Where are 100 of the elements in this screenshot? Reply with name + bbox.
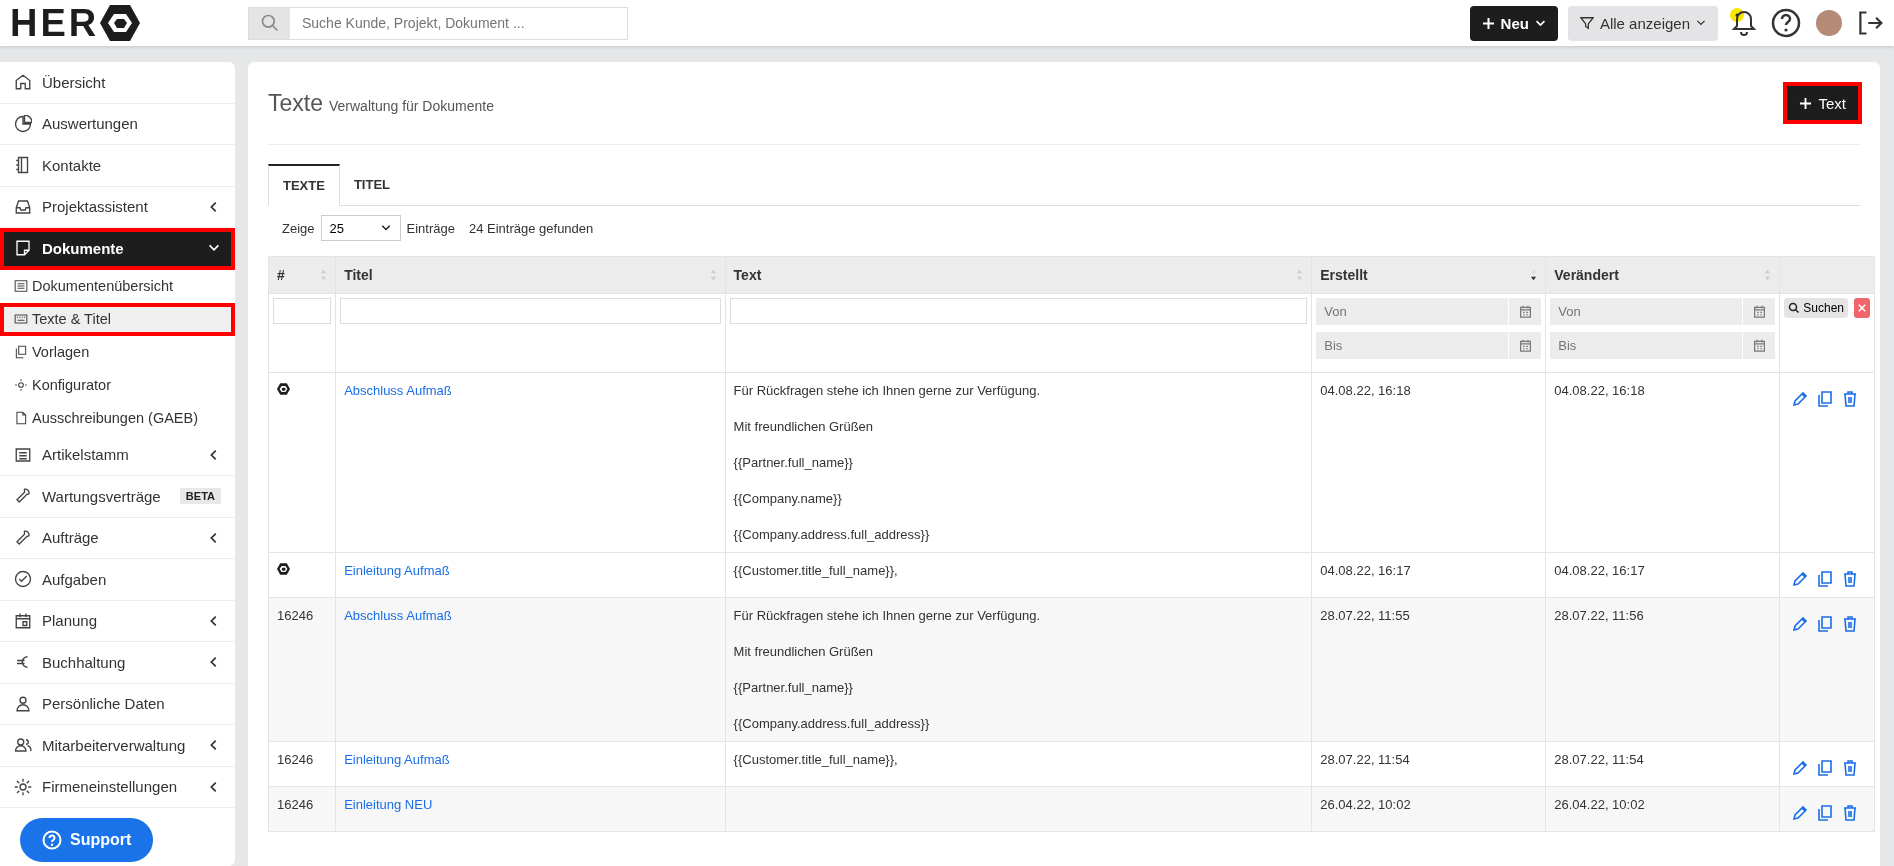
calendar-icon [1518,305,1532,318]
title-link[interactable]: Einleitung Aufmaß [344,752,450,767]
search-icon [259,13,280,33]
page-title: Texte [268,89,323,117]
beta-badge: BETA [179,488,221,505]
plus-icon [1799,96,1813,110]
edit-icon[interactable] [1792,760,1809,776]
text-line: Mit freundlichen Grüßen [733,419,875,434]
trash-icon[interactable] [1842,391,1859,407]
sidebar-item[interactable]: Kontakte [0,145,235,187]
copy-icon[interactable] [1817,571,1834,587]
edit-icon[interactable] [1792,571,1809,587]
text-line: {{Partner.full_name}} [733,455,854,470]
clear-filter-button[interactable] [1854,298,1870,318]
sidebar-subitem[interactable]: Konfigurator [0,368,235,402]
copy-icon[interactable] [1817,391,1834,407]
search-bar[interactable]: Suche Kunde, Projekt, Dokument ... [248,6,628,40]
sidebar-item[interactable]: Buchhaltung [0,642,235,684]
created-date: 04.08.22, 16:18 [1320,383,1411,398]
title-link[interactable]: Abschluss Aufmaß [344,383,452,398]
filter-button[interactable]: Alle anzeigen [1567,5,1718,41]
hexagon-logo-icon [100,5,141,41]
title-link[interactable]: Einleitung Aufmaß [344,563,450,578]
sidebar-item[interactable]: Persönliche Daten [0,683,235,725]
new-button[interactable]: Neu [1469,5,1558,41]
help-icon[interactable] [1770,7,1802,39]
changed-date: 04.08.22, 16:17 [1554,563,1645,578]
hexagon-logo-icon [277,383,290,395]
text-line: {{Company.address.full_address}} [733,716,931,731]
column-header[interactable]: Erstellt [1311,256,1546,294]
trash-icon[interactable] [1842,760,1859,776]
row-id: 16246 [277,752,314,767]
sidebar-item[interactable]: Wartungsverträge BETA [0,476,235,518]
sidebar-item[interactable]: Mitarbeiterverwaltung [0,725,235,767]
sidebar-subitem[interactable]: Texte & Titel [0,302,235,336]
column-header[interactable]: Text [725,256,1312,294]
sidebar-item[interactable]: Aufgaben [0,559,235,601]
search-icon [1788,302,1801,314]
sidebar-item[interactable]: Dokumente [0,228,235,270]
text-line: {{Company.address.full_address}} [733,527,931,542]
sidebar-item[interactable]: Aufträge [0,517,235,559]
plus-icon [1481,16,1495,30]
entries-label: Einträge [406,220,455,236]
column-header[interactable]: Verändert [1545,256,1780,294]
created-date: 26.04.22, 10:02 [1320,797,1411,812]
trash-icon[interactable] [1842,616,1859,632]
hexagon-logo-icon [277,563,290,575]
edit-icon[interactable] [1792,391,1809,407]
column-header[interactable]: Titel [335,256,726,294]
sidebar-item[interactable]: Firmeneinstellungen [0,766,235,808]
column-header[interactable]: # [268,256,336,294]
search-button[interactable]: Suchen [1784,298,1848,318]
calendar-icon [1518,339,1532,352]
changed-date: 28.07.22, 11:54 [1554,752,1644,767]
title-link[interactable]: Abschluss Aufmaß [344,608,452,623]
text-line: {{Company.name}} [733,491,843,506]
title-link[interactable]: Einleitung NEU [344,797,433,812]
sidebar-subitem[interactable]: Vorlagen [0,335,235,369]
filter-input[interactable] [273,298,332,324]
search-button[interactable] [249,7,290,39]
copy-icon[interactable] [1817,805,1834,821]
text-line: Für Rückfragen stehe ich Ihnen gerne zur Verfügung. [733,608,1042,623]
created-date: 04.08.22, 16:17 [1320,563,1411,578]
page-size-select[interactable]: 25 [320,215,401,241]
tab[interactable]: TITEL [339,164,404,205]
tab[interactable]: TEXTE [268,164,340,206]
sidebar-item[interactable]: Übersicht [0,62,235,104]
trash-icon[interactable] [1842,571,1859,587]
help-icon [42,830,62,850]
sidebar-subitem[interactable]: Dokumentenübersicht [0,269,235,303]
created-date: 28.07.22, 11:54 [1320,752,1410,767]
sidebar-subitem[interactable]: Ausschreibungen (GAEB) [0,401,235,435]
filter-icon [1579,16,1594,30]
text-line: {{Customer.title_full_name}}, [733,752,899,767]
calendar-icon [1752,339,1766,352]
logout-icon[interactable] [1856,9,1884,37]
edit-icon[interactable] [1792,805,1809,821]
row-id: 16246 [277,797,314,812]
sidebar-item[interactable]: Artikelstamm [0,434,235,476]
copy-icon[interactable] [1817,616,1834,632]
show-label: Zeige [282,220,315,236]
chevron-down-icon [1696,18,1706,28]
filter-input[interactable] [729,298,1308,324]
changed-date: 26.04.22, 10:02 [1554,797,1645,812]
text-line: {{Customer.title_full_name}}, [733,563,899,578]
edit-icon[interactable] [1792,616,1809,632]
sidebar-item[interactable]: Planung [0,600,235,642]
trash-icon[interactable] [1842,805,1859,821]
created-date: 28.07.22, 11:55 [1320,608,1410,623]
changed-date: 04.08.22, 16:18 [1554,383,1645,398]
sidebar-item[interactable]: Auswertungen [0,103,235,145]
calendar-icon [1752,305,1766,318]
add-text-button[interactable]: Text [1785,84,1860,122]
logo-text: HER [10,4,100,42]
copy-icon[interactable] [1817,760,1834,776]
support-button[interactable]: Support [20,818,154,862]
filter-input[interactable] [340,298,721,324]
changed-date: 28.07.22, 11:56 [1554,608,1644,623]
close-icon [1858,304,1866,312]
avatar[interactable] [1816,10,1842,36]
